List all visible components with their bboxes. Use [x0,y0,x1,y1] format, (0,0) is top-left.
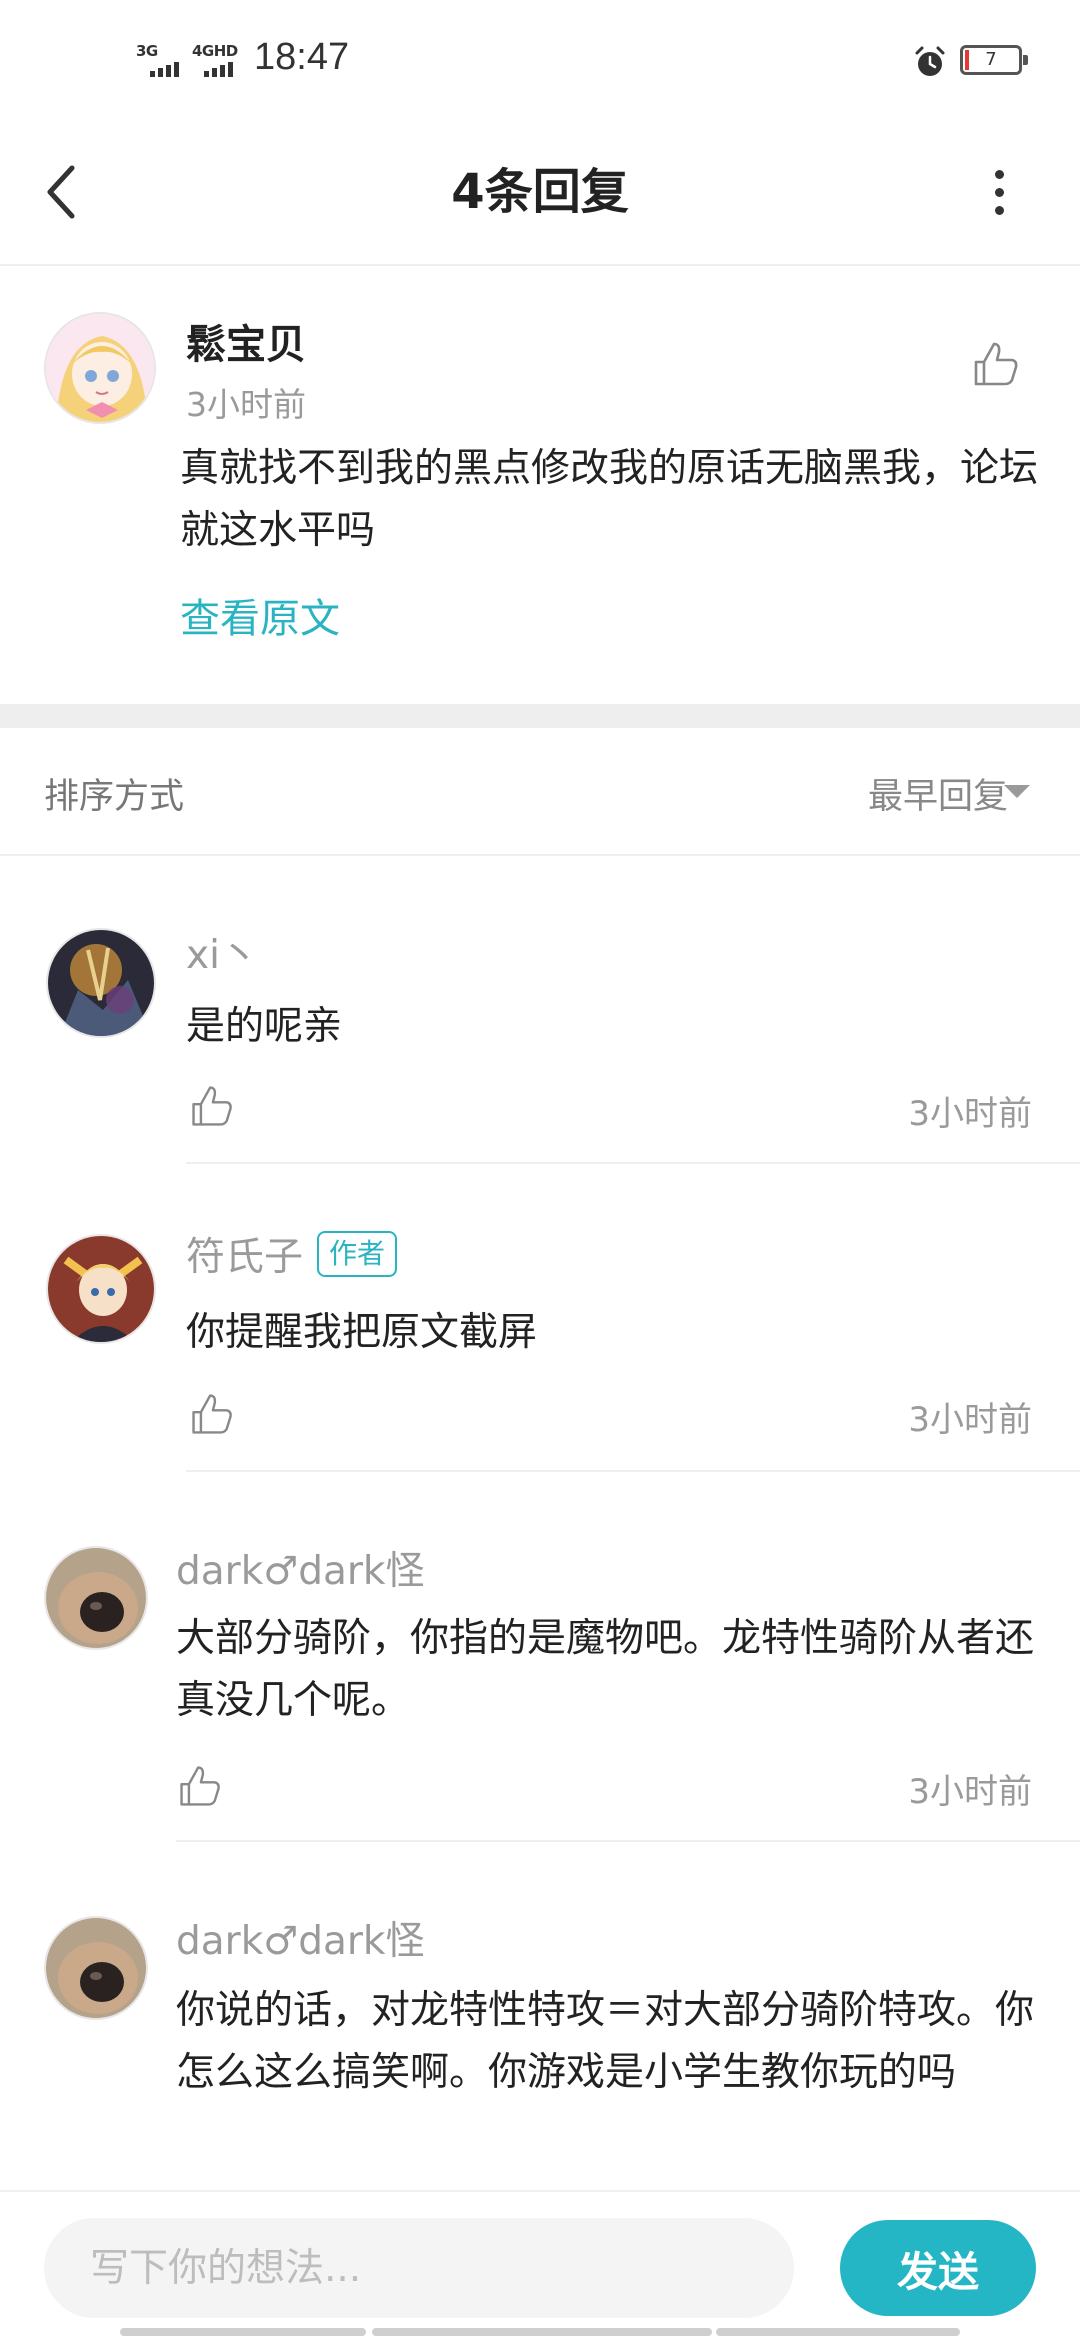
reply-username[interactable]: 符氏子 作者 [186,1226,398,1282]
reply-item: dark♂dark怪 大部分骑阶，你指的是魔物吧。龙特性骑阶从者还真没几个呢。 … [0,1472,1080,1842]
comment-bar: 发送 [0,2190,1080,2340]
author-badge: 作者 [317,1231,398,1277]
reply-item: dark♂dark怪 你说的话，对龙特性特攻＝对大部分骑阶特攻。你怎么这么搞笑啊… [0,1842,1080,2190]
dropdown-arrow-icon[interactable] [1004,785,1030,798]
more-vertical-icon[interactable] [980,162,1020,222]
sort-label: 排序方式 [44,777,185,817]
avatar[interactable] [44,1916,148,2020]
reply-text: 你提醒我把原文截屏 [186,1310,538,1355]
back-arrow-icon[interactable] [36,152,96,232]
thumbs-up-icon[interactable] [188,1082,236,1130]
reply-username[interactable]: dark♂dark怪 [176,1540,425,1596]
send-button[interactable]: 发送 [840,2220,1036,2316]
reply-text: 大部分骑阶，你指的是魔物吧。龙特性骑阶从者还真没几个呢。 [176,1616,1035,1723]
avatar[interactable] [46,1234,156,1344]
post-time: 3小时前 [186,385,306,424]
reply-item: 符氏子 作者 你提醒我把原文截屏 3小时前 [0,1164,1080,1472]
post-text: 真就找不到我的黑点修改我的原话无脑黑我，论坛就这水平吗 [180,446,1039,553]
reply-username[interactable]: xi丶 [186,924,259,980]
thumbs-up-icon[interactable] [970,338,1022,390]
post-username[interactable]: 鬆宝贝 [186,312,306,370]
page-title: 4条回复 [451,164,629,220]
thumbs-up-icon[interactable] [176,1762,224,1810]
reply-text: 是的呢亲 [186,1004,343,1049]
top-app-bar: 4条回复 [0,118,1080,266]
avatar[interactable] [44,1546,148,1650]
comment-input[interactable] [44,2218,794,2318]
view-original-link[interactable]: 查看原文 [180,586,340,644]
reply-time: 3小时前 [908,1094,1032,1134]
original-comment: 鬆宝贝 3小时前 真就找不到我的黑点修改我的原话无脑黑我，论坛就这水平吗 查看原… [0,268,1080,704]
reply-time: 3小时前 [908,1772,1032,1812]
status-bar: 3G 4GHD 18:47 7 [0,0,1080,118]
gesture-bar [372,2328,712,2336]
gesture-bar [716,2328,960,2336]
reply-time: 3小时前 [908,1400,1032,1440]
thumbs-up-icon[interactable] [188,1390,236,1438]
sort-bar: 排序方式 最早回复 [0,728,1080,856]
avatar[interactable] [44,312,156,424]
reply-item: xi丶 是的呢亲 3小时前 [0,858,1080,1164]
gesture-bar [120,2328,366,2336]
avatar[interactable] [46,928,156,1038]
battery-level: 7 [985,49,997,70]
reply-text: 你说的话，对龙特性特攻＝对大部分骑阶特攻。你怎么这么搞笑啊。你游戏是小学生教你玩… [176,1988,1035,2095]
battery-icon: 7 [960,45,1028,75]
alarm-icon [915,46,945,76]
section-divider [0,704,1080,728]
reply-username[interactable]: dark♂dark怪 [176,1910,425,1966]
status-clock: 18:47 [254,36,350,78]
sort-dropdown[interactable]: 最早回复 [868,768,1008,819]
